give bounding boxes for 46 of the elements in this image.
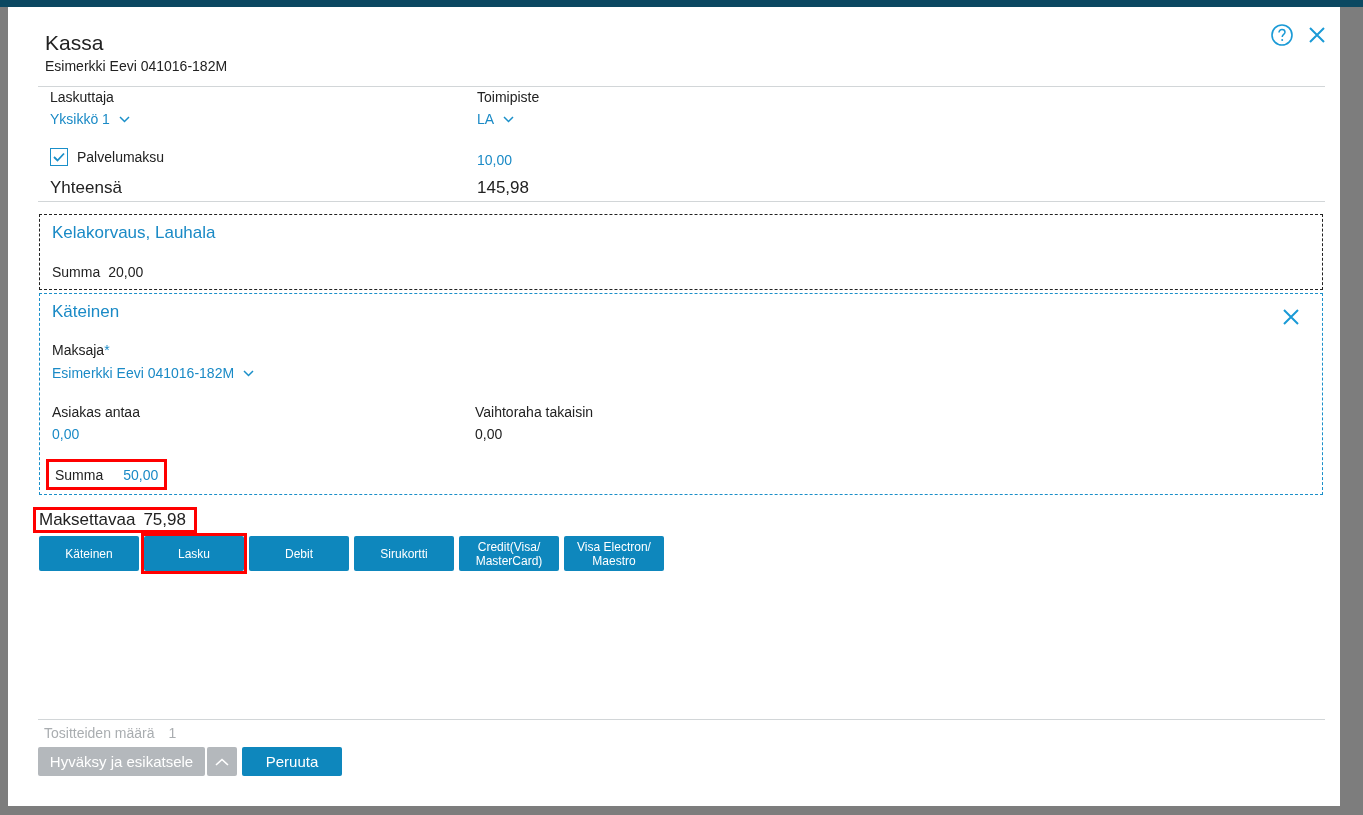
payment-method-button[interactable]: Visa Electron/ Maestro: [564, 536, 664, 571]
dialog-title: Kassa: [45, 30, 105, 56]
change-amount: 0,00: [475, 425, 504, 443]
chevron-down-icon: [118, 115, 130, 123]
chevron-down-icon: [243, 369, 255, 377]
payment-method-button[interactable]: Debit: [249, 536, 349, 571]
close-icon: [1283, 309, 1299, 325]
payment-method-button[interactable]: Sirukortti: [354, 536, 454, 571]
total-amount: 145,98: [477, 177, 530, 199]
dropdown[interactable]: Yksikkö 1: [50, 110, 130, 128]
checkmark-icon: [53, 152, 65, 162]
payment-method-button[interactable]: Credit(Visa/ MasterCard): [459, 536, 559, 571]
sum-amount[interactable]: 50,00: [123, 466, 159, 484]
required-mark: *: [104, 342, 110, 358]
sum-label: Summa: [55, 466, 104, 484]
close-button[interactable]: [1309, 27, 1325, 43]
help-icon: [1271, 24, 1293, 46]
dialog-subtitle: Esimerkki Eevi 041016-182M: [45, 57, 228, 75]
payment-title: Kelakorvaus, Lauhala: [52, 222, 216, 244]
count-label: Tositteiden määrä: [44, 725, 155, 741]
total-label: Yhteensä: [50, 177, 123, 199]
payment-title: Käteinen: [52, 301, 120, 323]
checkbox-label: Palvelumaksu: [77, 149, 165, 165]
amount-input[interactable]: 0,00: [52, 425, 475, 443]
field-label: Toimipiste: [477, 88, 541, 106]
close-icon: [1309, 27, 1325, 43]
field-label: Maksaja: [52, 342, 105, 358]
cancel-button[interactable]: Peruuta: [242, 747, 342, 776]
payment-method-button[interactable]: Lasku: [144, 536, 244, 571]
field-label: Vaihtoraha takaisin: [475, 403, 595, 421]
checkbox[interactable]: [50, 148, 68, 166]
chevron-down-icon: [503, 115, 515, 123]
sum-amount: 20,00: [108, 263, 144, 281]
sum-label: Summa: [52, 263, 101, 281]
remove-button[interactable]: [1283, 309, 1299, 325]
field-label: Laskuttaja: [50, 88, 115, 106]
amount-due-label: Maksettavaa: [39, 510, 136, 530]
dropdown[interactable]: LA: [477, 110, 515, 128]
payment-method-button[interactable]: Käteinen: [39, 536, 139, 571]
field-label: Asiakas antaa: [52, 403, 141, 421]
help-button[interactable]: [1271, 24, 1293, 46]
caret-up-icon: [215, 757, 229, 766]
amount-due-value: 75,98: [143, 510, 186, 530]
fee-amount[interactable]: 10,00: [477, 151, 1325, 169]
count-value: 1: [168, 725, 177, 741]
dropdown[interactable]: Esimerkki Eevi 041016-182M: [52, 364, 255, 382]
